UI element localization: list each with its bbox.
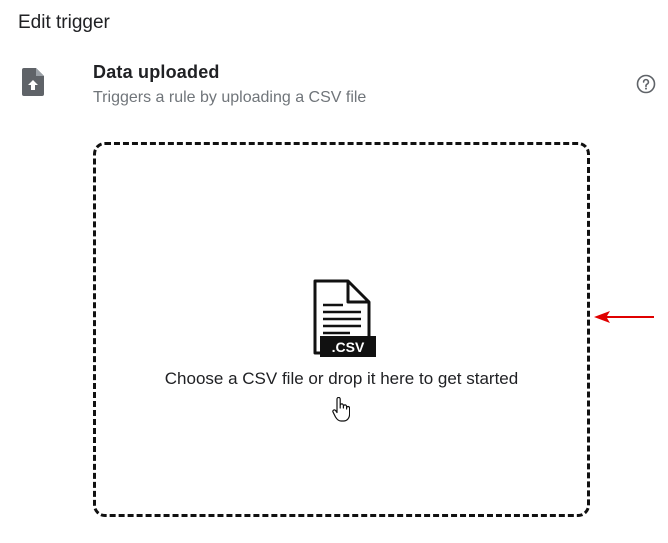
page-title: Edit trigger	[18, 12, 110, 33]
red-arrow-icon	[594, 311, 654, 323]
csv-badge-label: .CSV	[332, 339, 365, 355]
file-upload-icon	[22, 68, 44, 96]
trigger-description: Triggers a rule by uploading a CSV file	[93, 89, 367, 106]
help-circle-icon[interactable]	[636, 74, 656, 94]
dropzone-prompt: Choose a CSV file or drop it here to get…	[164, 369, 519, 388]
hand-pointer-cursor-icon	[332, 397, 350, 422]
csv-file-icon: .CSV	[313, 279, 376, 357]
edit-trigger-panel: Edit trigger Data uploaded Triggers a ru…	[0, 0, 668, 543]
trigger-summary: Data uploaded Triggers a rule by uploadi…	[0, 60, 668, 116]
trigger-name: Data uploaded	[93, 62, 220, 82]
csv-dropzone[interactable]: .CSV Choose a CSV file or drop it here t…	[93, 142, 590, 517]
